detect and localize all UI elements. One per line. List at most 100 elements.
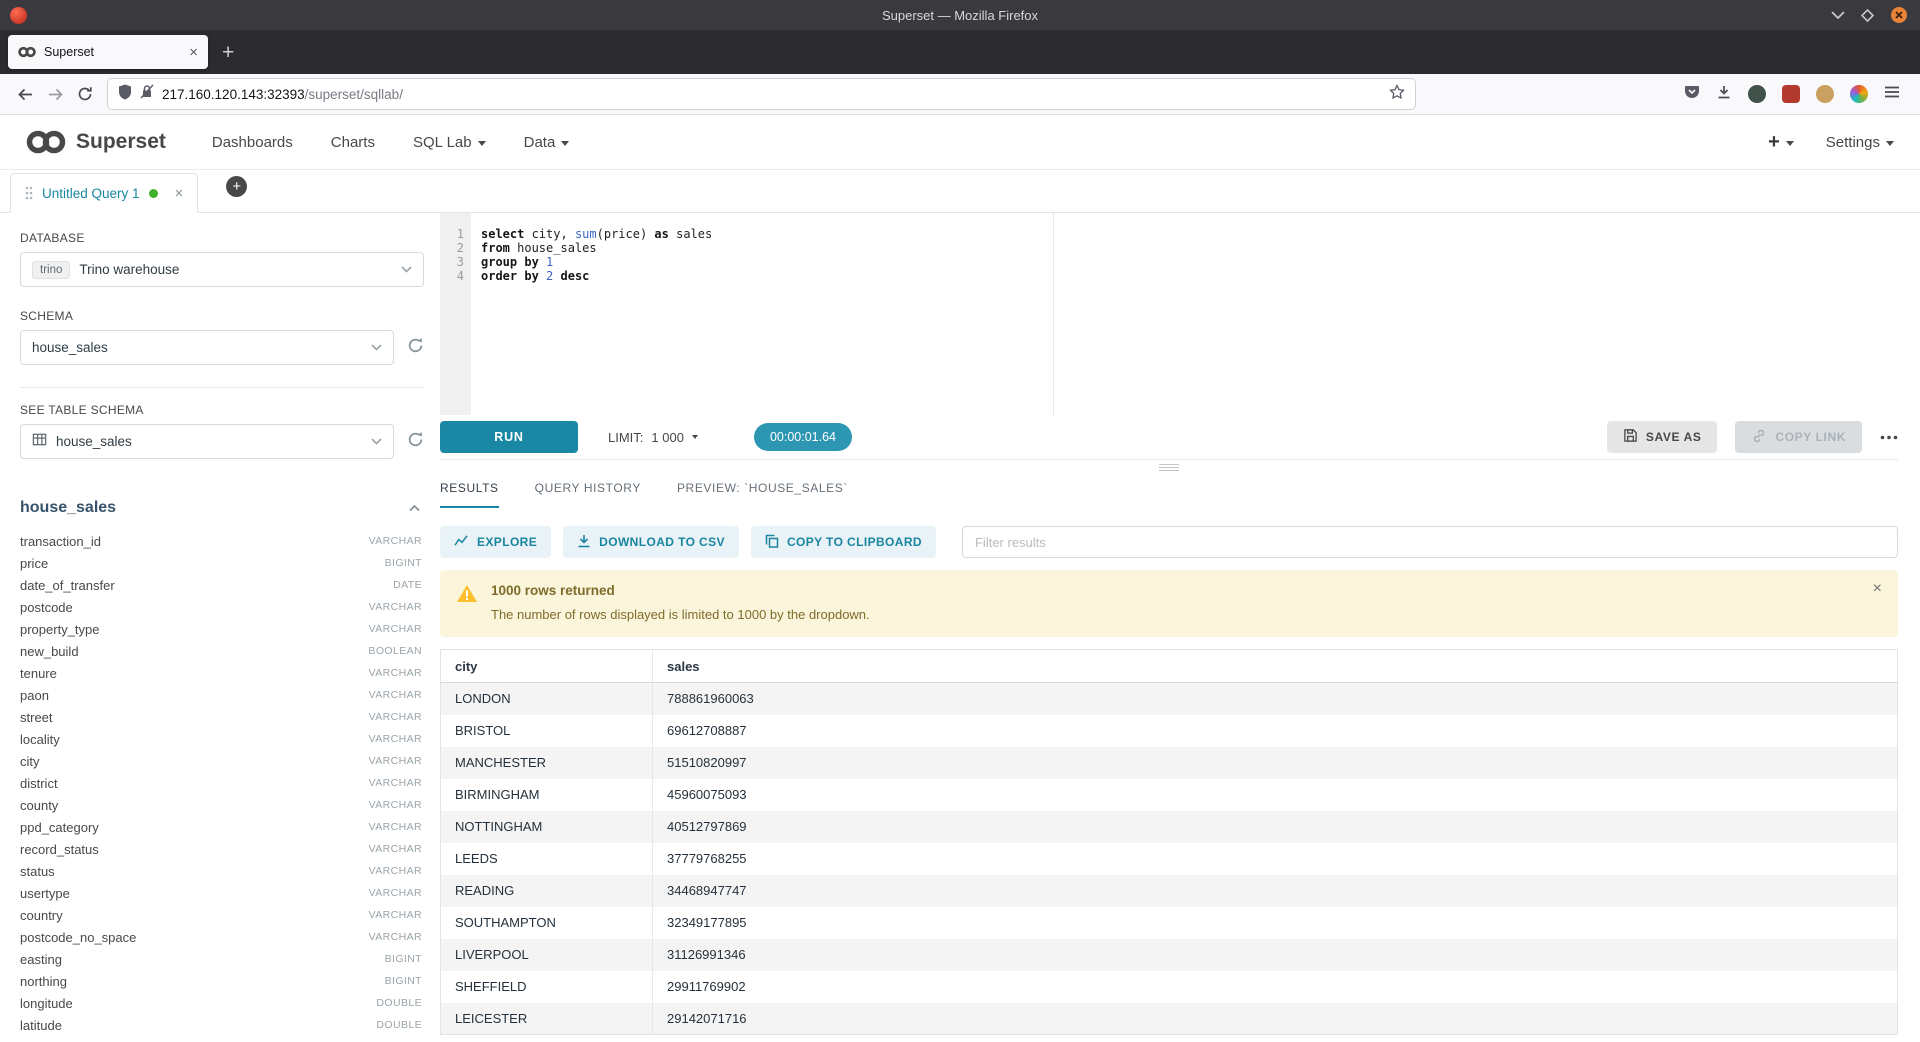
- shield-icon[interactable]: [118, 84, 132, 105]
- window-title: Superset — Mozilla Firefox: [0, 8, 1920, 23]
- downloads-icon[interactable]: [1716, 84, 1732, 105]
- cell-sales: 37779768255: [653, 843, 1898, 875]
- browser-tab[interactable]: Superset ×: [8, 35, 208, 69]
- refresh-schema-icon[interactable]: [407, 337, 424, 359]
- cell-sales: 29142071716: [653, 1003, 1898, 1035]
- query-tab[interactable]: Untitled Query 1 ×: [10, 173, 198, 213]
- pocket-icon[interactable]: [1684, 84, 1700, 105]
- drag-handle-icon[interactable]: [25, 186, 33, 200]
- cell-city: LIVERPOOL: [441, 939, 653, 971]
- extension-icon-3[interactable]: [1816, 85, 1834, 103]
- database-label: DATABASE: [20, 231, 424, 245]
- nav-dashboards[interactable]: Dashboards: [212, 134, 293, 151]
- tab-close-icon[interactable]: ×: [189, 45, 198, 60]
- lock-icon[interactable]: [140, 84, 154, 104]
- database-badge: trino: [32, 261, 70, 279]
- minimize-icon[interactable]: [1831, 11, 1845, 19]
- filter-results-input[interactable]: [962, 526, 1898, 558]
- column-type: VARCHAR: [369, 887, 424, 899]
- copy-clipboard-button[interactable]: COPY TO CLIPBOARD: [751, 526, 936, 558]
- cell-city: LONDON: [441, 683, 653, 715]
- add-new-button[interactable]: +: [1768, 131, 1794, 154]
- tab-results[interactable]: RESULTS: [440, 481, 499, 508]
- column-name: county: [20, 798, 58, 813]
- settings-menu[interactable]: Settings: [1826, 134, 1894, 151]
- workspace: DATABASE trino Trino warehouse SCHEMA ho…: [0, 213, 1920, 1042]
- table-select[interactable]: house_sales: [20, 424, 394, 459]
- new-query-tab-button[interactable]: +: [226, 176, 247, 197]
- superset-logo[interactable]: Superset: [26, 129, 166, 155]
- cell-city: READING: [441, 875, 653, 907]
- query-tab-close-icon[interactable]: ×: [175, 186, 184, 201]
- extension-icon-4[interactable]: [1850, 85, 1868, 103]
- column-type: VARCHAR: [369, 909, 424, 921]
- tab-preview[interactable]: PREVIEW: `HOUSE_SALES`: [677, 481, 848, 508]
- copy-link-button[interactable]: COPY LINK: [1735, 421, 1862, 453]
- sql-editor[interactable]: 1234 select city, sum(price) as salesfro…: [440, 213, 1898, 415]
- more-options-button[interactable]: [1880, 435, 1898, 440]
- database-select[interactable]: trino Trino warehouse: [20, 252, 424, 287]
- column-name: longitude: [20, 996, 73, 1011]
- column-row: street VARCHAR: [20, 706, 424, 728]
- result-tabs: RESULTS QUERY HISTORY PREVIEW: `HOUSE_SA…: [440, 481, 1898, 508]
- column-row: latitude DOUBLE: [20, 1014, 424, 1036]
- column-type: BIGINT: [385, 557, 424, 569]
- toolbar-icons: [1684, 84, 1900, 105]
- column-type: DOUBLE: [376, 997, 424, 1009]
- new-tab-button[interactable]: +: [222, 42, 234, 63]
- column-row: price BIGINT: [20, 552, 424, 574]
- close-icon[interactable]: [1890, 6, 1908, 24]
- alert-title: 1000 rows returned: [491, 583, 870, 598]
- column-name: easting: [20, 952, 62, 967]
- results-actions: EXPLORE DOWNLOAD TO CSV COPY TO CLIPBOAR…: [440, 526, 1898, 558]
- resize-grip[interactable]: [1159, 464, 1179, 471]
- url-bar[interactable]: 217.160.120.143:32393/superset/sqllab/: [108, 79, 1415, 109]
- column-type: VARCHAR: [369, 711, 424, 723]
- column-name: latitude: [20, 1018, 62, 1033]
- extension-icon-1[interactable]: [1748, 85, 1766, 103]
- column-type: VARCHAR: [369, 777, 424, 789]
- reload-icon[interactable]: [70, 80, 100, 108]
- alert-close-icon[interactable]: ×: [1873, 581, 1882, 597]
- column-row: usertype VARCHAR: [20, 882, 424, 904]
- print-margin: [1053, 213, 1054, 415]
- nav-charts[interactable]: Charts: [331, 134, 375, 151]
- column-name: northing: [20, 974, 67, 989]
- column-type: DOUBLE: [376, 1019, 424, 1031]
- collapse-table-icon[interactable]: [409, 505, 420, 512]
- tab-query-history[interactable]: QUERY HISTORY: [535, 481, 641, 508]
- editor-code[interactable]: select city, sum(price) as salesfrom hou…: [471, 213, 1898, 415]
- maximize-icon[interactable]: [1861, 9, 1874, 22]
- col-header-city[interactable]: city: [441, 650, 653, 683]
- firefox-app-icon[interactable]: [10, 7, 27, 24]
- editor-toolbar: RUN LIMIT: 1 000 00:00:01.64 SAVE AS: [440, 415, 1898, 459]
- limit-dropdown[interactable]: LIMIT: 1 000: [608, 430, 698, 445]
- table-name-link[interactable]: house_sales: [20, 499, 116, 517]
- nav-sql-lab[interactable]: SQL Lab: [413, 134, 486, 151]
- menu-icon[interactable]: [1884, 85, 1900, 104]
- forward-icon[interactable]: [40, 80, 70, 108]
- url-text[interactable]: 217.160.120.143:32393/superset/sqllab/: [162, 87, 1381, 102]
- cell-sales: 788861960063: [653, 683, 1898, 715]
- window-controls: [1831, 6, 1908, 24]
- editor-gutter: 1234: [440, 213, 471, 415]
- table-row: LONDON 788861960063: [441, 683, 1898, 715]
- table-row: MANCHESTER 51510820997: [441, 747, 1898, 779]
- table-row: READING 34468947747: [441, 875, 1898, 907]
- bookmark-star-icon[interactable]: [1389, 84, 1405, 105]
- back-icon[interactable]: [10, 80, 40, 108]
- sidebar: DATABASE trino Trino warehouse SCHEMA ho…: [0, 213, 438, 1042]
- download-csv-button[interactable]: DOWNLOAD TO CSV: [563, 526, 739, 558]
- column-type: DATE: [393, 579, 424, 591]
- query-status-dot: [149, 189, 158, 198]
- nav-data[interactable]: Data: [524, 134, 570, 151]
- col-header-sales[interactable]: sales: [653, 650, 1898, 683]
- save-as-button[interactable]: SAVE AS: [1607, 421, 1718, 453]
- schema-select[interactable]: house_sales: [20, 330, 394, 365]
- superset-logo-icon: [26, 129, 66, 155]
- refresh-table-icon[interactable]: [407, 431, 424, 453]
- run-button[interactable]: RUN: [440, 421, 578, 453]
- explore-button[interactable]: EXPLORE: [440, 526, 551, 558]
- extension-icon-2[interactable]: [1782, 85, 1800, 103]
- chevron-down-icon: [478, 141, 486, 146]
